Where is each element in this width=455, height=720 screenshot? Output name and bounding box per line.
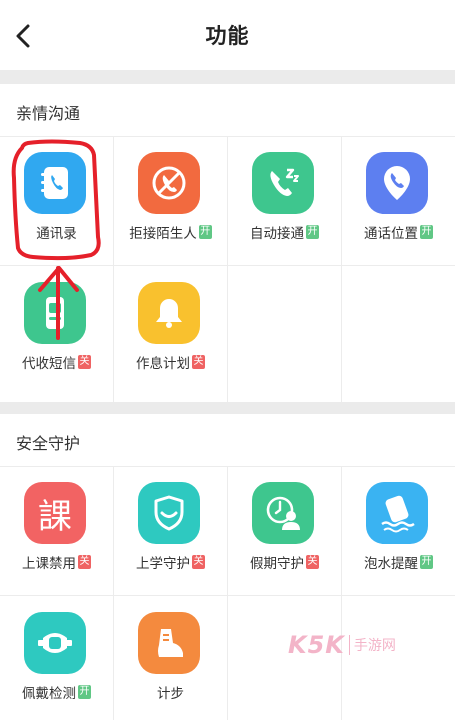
feature-label: 拒接陌生人开	[129, 225, 212, 242]
feature-holiday-guard[interactable]: 假期守护关	[228, 466, 341, 586]
section-title: 亲情沟通	[16, 104, 81, 123]
status-badge: 关	[306, 555, 319, 569]
feature-label: 通话位置开	[364, 225, 433, 242]
feature-school-guard[interactable]: 上学守护关	[114, 466, 227, 586]
status-badge: 开	[306, 225, 319, 239]
feature-label: 上学守护关	[136, 555, 205, 572]
feature-label: 假期守护关	[250, 555, 319, 572]
status-badge: 关	[78, 555, 91, 569]
status-badge: 关	[78, 355, 91, 369]
status-badge: 开	[420, 555, 433, 569]
feature-schedule[interactable]: 作息计划关	[114, 266, 227, 386]
feature-label: 泡水提醒开	[364, 555, 433, 572]
feature-contacts[interactable]: 通讯录	[0, 136, 113, 256]
feature-water-alert[interactable]: 泡水提醒开	[342, 466, 455, 586]
holiday-guard-icon	[252, 482, 314, 544]
feature-call-location[interactable]: 通话位置开	[342, 136, 455, 256]
section-family-communication: 亲情沟通 通讯录 拒接陌生人开 自动接通 开 通话位置 开 代收短信 关 作息计…	[0, 84, 455, 402]
feature-label: 计步	[157, 686, 184, 702]
feature-sms-relay[interactable]: 代收短信关	[0, 266, 113, 386]
top-bar: 功能	[0, 0, 455, 70]
phone-block-icon	[138, 152, 200, 214]
feature-label: 佩戴检测开	[22, 685, 91, 702]
watermark-text: 手游网	[353, 638, 396, 654]
page-title: 功能	[205, 24, 250, 48]
feature-label: 自动接通开	[250, 225, 319, 242]
watermark-separator	[348, 635, 350, 655]
shield-icon	[138, 482, 200, 544]
feature-label: 作息计划关	[136, 355, 205, 372]
water-alert-icon	[366, 482, 428, 544]
bell-icon	[138, 282, 200, 344]
contacts-book-icon	[24, 152, 86, 214]
sms-phone-icon	[24, 282, 86, 344]
watermark-brand: K5K	[288, 631, 345, 659]
phone-location-icon	[366, 152, 428, 214]
feature-block-strangers[interactable]: 拒接陌生人开	[114, 136, 227, 256]
feature-wear-detect[interactable]: 佩戴检测开	[0, 596, 113, 716]
feature-class-disable[interactable]: 課 上课禁用关	[0, 466, 113, 586]
feature-label: 上课禁用关	[22, 555, 91, 572]
phone-auto-icon	[252, 152, 314, 214]
status-badge: 关	[192, 555, 205, 569]
status-badge: 开	[420, 225, 433, 239]
class-icon: 課	[24, 482, 86, 544]
feature-step-counter[interactable]: 计步	[114, 596, 227, 716]
section-title: 安全守护	[16, 434, 81, 453]
feature-auto-answer[interactable]: 自动接通开	[228, 136, 341, 256]
section-safety-guard: 安全守护 課 上课禁用关 上学守护关 假期守护关 泡水提醒 开 佩戴检测 开 计…	[0, 414, 455, 720]
footstep-icon	[138, 612, 200, 674]
wear-detect-icon	[24, 612, 86, 674]
feature-label: 代收短信关	[22, 355, 91, 372]
status-badge: 开	[78, 685, 91, 699]
class-glyph: 課	[38, 496, 72, 537]
status-badge: 开	[198, 225, 212, 239]
status-badge: 关	[192, 355, 205, 369]
feature-label: 通讯录	[36, 226, 77, 242]
watermark-logo: K5K 手游网	[288, 628, 408, 662]
